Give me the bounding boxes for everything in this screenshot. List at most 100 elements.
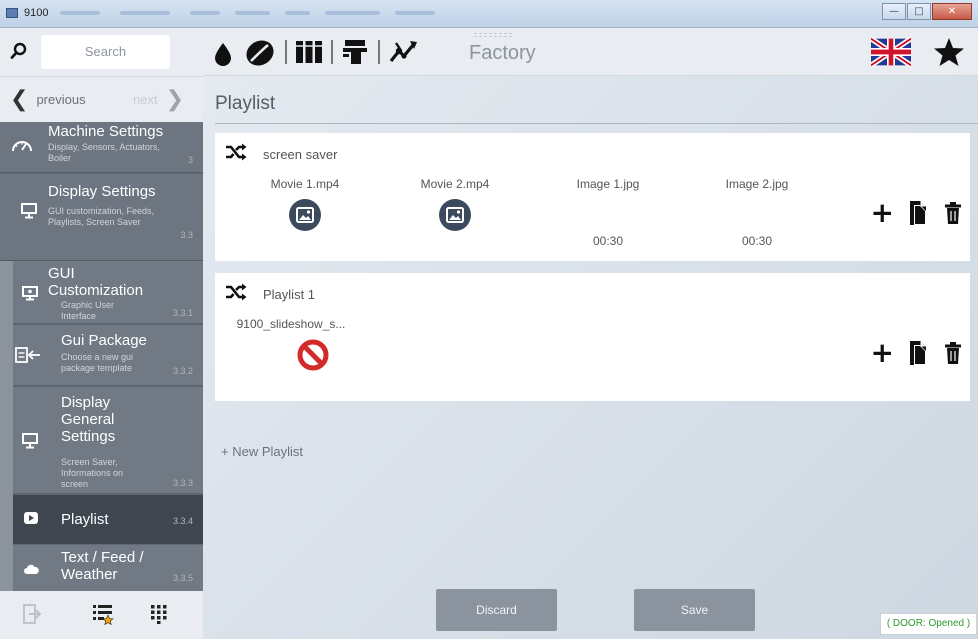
blurred-title-text: [190, 11, 220, 15]
window-controls: — □ ✕: [882, 3, 972, 20]
blurred-title-text: [285, 11, 310, 15]
sidebar-item-text-feed-weather[interactable]: Text / Feed / Weather 3.3.5: [13, 545, 203, 591]
sidebar-item-title: Text / Feed / Weather: [61, 549, 144, 583]
media-item[interactable]: Image 2.jpg 00:30: [697, 177, 817, 248]
sidebar-item-display-settings[interactable]: Display Settings GUI customization, Feed…: [0, 174, 203, 261]
playlist-name: screen saver: [263, 147, 338, 162]
star-icon[interactable]: [933, 37, 965, 67]
media-item[interactable]: Movie 2.mp4: [395, 177, 515, 236]
playlist-name: Playlist 1: [263, 287, 316, 302]
sidebar-item-desc: Display, Sensors, Actuators, Boiler: [48, 142, 160, 163]
page-title: Playlist: [215, 93, 276, 114]
trash-icon[interactable]: [944, 341, 962, 365]
chevron-right-icon: ❯: [165, 86, 185, 111]
sidebar-item-playlist[interactable]: Playlist 3.3.4: [13, 495, 203, 544]
package-import-icon: [15, 347, 40, 363]
logout-icon[interactable]: [23, 604, 41, 624]
copy-icon[interactable]: [908, 200, 930, 226]
sidebar-item-title: Display Settings: [48, 183, 156, 200]
coffee-bean-icon[interactable]: [245, 39, 275, 67]
save-button[interactable]: Save: [634, 589, 755, 631]
prev-next-row: ❮ previous next ❯: [0, 76, 203, 122]
media-item[interactable]: 9100_slideshow_s...: [221, 317, 361, 376]
blurred-title-text: [325, 11, 380, 15]
media-filename: 9100_slideshow_s...: [236, 317, 346, 331]
sidebar-item-desc: Graphic User Interface: [61, 300, 115, 321]
cloud-icon: [24, 564, 39, 574]
image-thumbnail-icon: [289, 199, 321, 231]
sidebar-item-gui-package[interactable]: Gui Package Choose a new gui package tem…: [13, 325, 203, 386]
previous-label: previous: [36, 91, 86, 107]
shuffle-icon[interactable]: [225, 143, 247, 161]
monitor-icon: [21, 203, 37, 219]
water-drop-icon[interactable]: [214, 42, 232, 66]
image-thumbnail-icon: [439, 199, 471, 231]
grinder-icon[interactable]: [342, 39, 368, 65]
search-icon[interactable]: [10, 42, 28, 60]
no-entry-icon: [297, 339, 329, 371]
discard-button[interactable]: Discard: [436, 589, 557, 631]
add-media-button[interactable]: +: [871, 339, 894, 367]
sidebar: Search ❮ previous next ❯ Machine Setting…: [0, 28, 203, 639]
chevron-left-icon: ❮: [10, 86, 29, 111]
search-input[interactable]: Search: [41, 35, 170, 69]
window-title: 9100: [24, 7, 49, 19]
window-titlebar: 9100 — □ ✕: [0, 0, 978, 28]
sidebar-item-num: 3: [187, 155, 193, 165]
sidebar-item-num: 3.3.5: [172, 573, 193, 583]
media-filename: Image 2.jpg: [725, 177, 789, 191]
sidebar-item-gui-customization[interactable]: GUI Customization Graphic User Interface…: [13, 261, 203, 324]
drag-handle-dots: [473, 32, 513, 38]
canisters-icon[interactable]: [295, 40, 323, 64]
sidebar-item-num: 3.3: [180, 230, 193, 240]
media-item[interactable]: Movie 1.mp4: [245, 177, 365, 236]
new-playlist-button[interactable]: + New Playlist: [221, 444, 303, 459]
sidebar-item-desc: Choose a new gui package template: [61, 352, 134, 373]
media-item[interactable]: Image 1.jpg 00:30: [548, 177, 668, 248]
sidebar-item-num: 3.3.1: [172, 308, 193, 318]
maximize-button[interactable]: □: [907, 3, 931, 20]
sidebar-item-num: 3.3.2: [172, 366, 193, 376]
sidebar-item-title: GUI Customization: [48, 265, 144, 299]
search-row: Search: [0, 28, 203, 76]
section-title: Factory: [469, 42, 536, 64]
toolbar-separator: [331, 40, 333, 64]
media-filename: Image 1.jpg: [576, 177, 640, 191]
favorite-list-icon[interactable]: [92, 603, 114, 625]
sidebar-item-title: Gui Package: [61, 332, 147, 349]
blurred-title-text: [395, 11, 435, 15]
minimize-button[interactable]: —: [882, 3, 906, 20]
media-filename: Movie 1.mp4: [270, 177, 340, 191]
next-label: next: [133, 91, 158, 107]
add-media-button[interactable]: +: [871, 199, 894, 227]
playlist-card: screen saver Movie 1.mp4 Movie 2.mp4 Ima…: [215, 133, 970, 261]
monitor-icon: [22, 433, 38, 449]
submenu-indent-strip: [0, 261, 13, 601]
sidebar-item-title: Machine Settings: [48, 123, 164, 140]
playlist-actions: +: [871, 199, 962, 227]
trash-icon[interactable]: [944, 201, 962, 225]
sidebar-item-desc: GUI customization, Feeds, Playlists, Scr…: [48, 206, 155, 227]
sidebar-item-num: 3.3.4: [172, 516, 193, 526]
sidebar-item-machine-settings[interactable]: Machine Settings Display, Sensors, Actua…: [0, 122, 203, 173]
media-duration: 00:30: [741, 234, 773, 248]
playlist-actions: +: [871, 339, 962, 367]
sidebar-item-desc: Screen Saver, Informations on screen: [61, 457, 124, 489]
toolbar-separator: [285, 40, 287, 64]
next-button[interactable]: next ❯: [133, 86, 185, 111]
blurred-title-text: [60, 11, 100, 15]
copy-icon[interactable]: [908, 340, 930, 366]
media-duration: 00:30: [592, 234, 624, 248]
play-icon: [24, 512, 38, 524]
close-button[interactable]: ✕: [932, 3, 972, 20]
sidebar-item-title: Playlist: [61, 511, 109, 528]
machine-arm-icon[interactable]: [388, 39, 418, 65]
sidebar-item-display-general-settings[interactable]: Display General Settings Screen Saver, I…: [13, 387, 203, 494]
shuffle-icon[interactable]: [225, 283, 247, 301]
uk-flag-icon[interactable]: [871, 37, 911, 67]
grid-menu-icon[interactable]: [150, 604, 168, 624]
door-status-badge: ( DOOR: Opened ): [880, 613, 977, 635]
previous-button[interactable]: ❮ previous: [10, 86, 86, 111]
toolbar-separator: [378, 40, 380, 64]
media-filename: Movie 2.mp4: [420, 177, 490, 191]
